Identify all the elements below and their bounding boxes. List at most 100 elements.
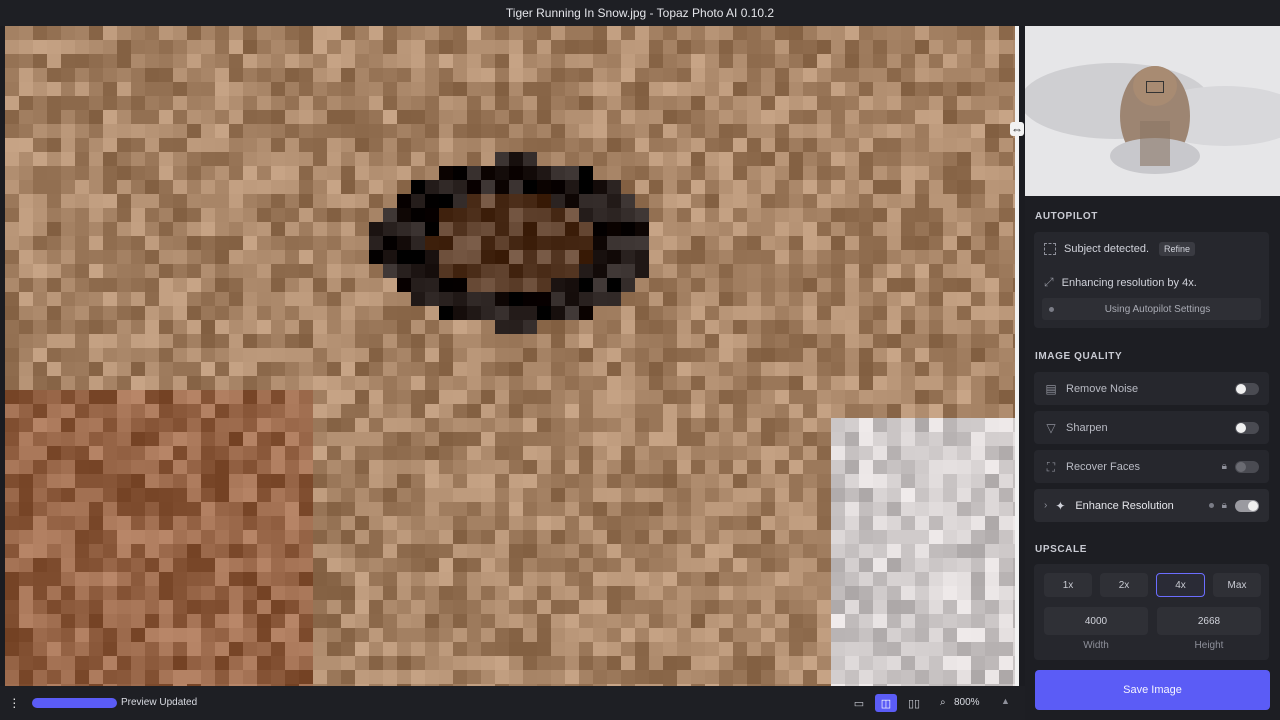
preview-pixel <box>467 124 481 138</box>
autopilot-settings-button[interactable]: Using Autopilot Settings <box>1042 298 1261 320</box>
preview-pixel <box>215 166 229 180</box>
preview-pixel <box>19 600 33 614</box>
recover-faces-row[interactable]: ⛶ Recover Faces 🔒︎ <box>1034 450 1269 483</box>
preview-pixel <box>425 320 439 334</box>
chevron-up-icon[interactable]: ▲ <box>1001 696 1010 706</box>
preview-pixel <box>439 670 453 684</box>
side-by-side-view-icon[interactable]: ▯▯ <box>903 694 925 712</box>
preview-pixel <box>789 222 803 236</box>
preview-pixel <box>607 26 621 40</box>
preview-pixel <box>425 418 439 432</box>
more-menu-icon[interactable]: · · · <box>12 691 18 713</box>
width-input[interactable]: 4000 <box>1044 607 1148 635</box>
preview-pixel <box>971 54 985 68</box>
upscale-4x-button[interactable]: 4x <box>1156 573 1205 597</box>
preview-pixel <box>565 306 579 320</box>
single-view-icon[interactable]: ▭ <box>848 694 870 712</box>
preview-pixel <box>159 320 173 334</box>
preview-pixel <box>509 628 523 642</box>
preview-pixel <box>5 474 19 488</box>
preview-pixel <box>89 516 103 530</box>
save-image-button[interactable]: Save Image <box>1035 670 1270 710</box>
height-input[interactable]: 2668 <box>1157 607 1261 635</box>
preview-pixel <box>999 96 1013 110</box>
split-handle-icon[interactable]: ⇔ <box>1010 122 1024 136</box>
preview-pixel <box>789 110 803 124</box>
preview-pixel <box>677 320 691 334</box>
preview-pixel <box>635 250 649 264</box>
preview-pixel <box>341 250 355 264</box>
chevron-right-icon[interactable]: › <box>1044 500 1047 511</box>
upscale-1x-button[interactable]: 1x <box>1044 573 1092 597</box>
remove-noise-row[interactable]: ▤ Remove Noise <box>1034 372 1269 405</box>
zoom-control[interactable]: ⌕ 800% <box>940 697 980 708</box>
preview-pixel <box>803 390 817 404</box>
preview-pixel <box>649 544 663 558</box>
preview-pixel <box>565 656 579 670</box>
preview-pixel <box>579 306 593 320</box>
preview-pixel <box>243 390 257 404</box>
upscale-2x-button[interactable]: 2x <box>1100 573 1148 597</box>
preview-pixel <box>313 572 327 586</box>
refine-button[interactable]: Refine <box>1159 242 1196 256</box>
preview-pixel <box>677 390 691 404</box>
preview-pixel <box>341 544 355 558</box>
preview-pixel <box>509 460 523 474</box>
preview-pixel <box>299 320 313 334</box>
preview-pixel <box>243 670 257 684</box>
preview-pixel <box>271 138 285 152</box>
preview-pixel <box>201 222 215 236</box>
navigator-thumbnail[interactable] <box>1025 26 1280 196</box>
enhance-resolution-row[interactable]: › ✦ Enhance Resolution 🔒︎ <box>1034 489 1269 522</box>
enhance-resolution-toggle[interactable] <box>1235 499 1259 512</box>
preview-pixel <box>943 54 957 68</box>
recover-faces-toggle[interactable] <box>1235 460 1259 473</box>
preview-pixel <box>103 166 117 180</box>
preview-pixel <box>579 208 593 222</box>
preview-pixel <box>719 264 733 278</box>
preview-pixel <box>327 460 341 474</box>
preview-pixel <box>89 334 103 348</box>
preview-pixel <box>761 152 775 166</box>
preview-pixel <box>607 222 621 236</box>
preview-pixel <box>159 26 173 40</box>
preview-pixel <box>187 278 201 292</box>
preview-pixel <box>425 656 439 670</box>
preview-pixel <box>411 250 425 264</box>
preview-pixel <box>929 278 943 292</box>
preview-pixel <box>173 348 187 362</box>
preview-pixel <box>201 26 215 40</box>
preview-pixel <box>145 614 159 628</box>
preview-pixel <box>61 614 75 628</box>
preview-pixel <box>943 656 957 670</box>
preview-pixel <box>5 586 19 600</box>
preview-pixel <box>453 460 467 474</box>
preview-pixel <box>257 530 271 544</box>
preview-pixel <box>327 572 341 586</box>
image-preview[interactable] <box>5 26 1016 686</box>
preview-pixel <box>411 642 425 656</box>
preview-pixel <box>341 488 355 502</box>
preview-pixel <box>803 264 817 278</box>
preview-pixel <box>817 152 831 166</box>
preview-pixel <box>187 250 201 264</box>
preview-pixel <box>215 26 229 40</box>
navigator-viewport-box[interactable] <box>1146 81 1164 93</box>
preview-pixel <box>201 250 215 264</box>
split-view-icon[interactable]: ◫ <box>875 694 897 712</box>
sharpen-toggle[interactable] <box>1235 421 1259 434</box>
preview-pixel <box>999 544 1013 558</box>
preview-pixel <box>523 586 537 600</box>
preview-pixel <box>355 558 369 572</box>
preview-pixel <box>159 264 173 278</box>
sharpen-row[interactable]: ▽ Sharpen <box>1034 411 1269 444</box>
preview-pixel <box>635 628 649 642</box>
preview-pixel <box>565 334 579 348</box>
preview-pixel <box>719 348 733 362</box>
preview-pixel <box>523 26 537 40</box>
remove-noise-toggle[interactable] <box>1235 382 1259 395</box>
preview-pixel <box>285 488 299 502</box>
upscale-max-button[interactable]: Max <box>1213 573 1261 597</box>
preview-pixel <box>971 180 985 194</box>
preview-pixel <box>89 222 103 236</box>
